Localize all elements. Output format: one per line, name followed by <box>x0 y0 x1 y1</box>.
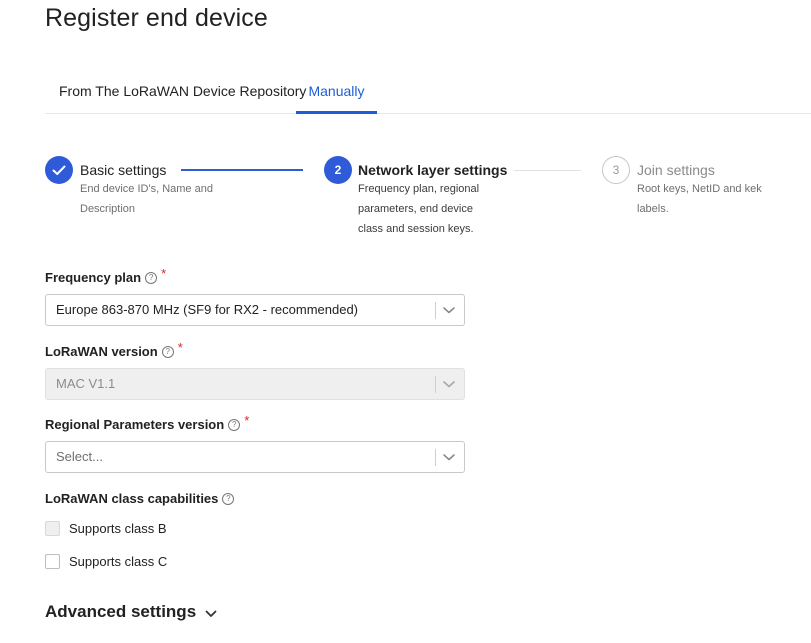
frequency-plan-value: Europe 863-870 MHz (SF9 for RX2 - recomm… <box>56 302 359 317</box>
step-1-title: Basic settings <box>80 162 167 178</box>
required-marker: * <box>244 413 250 428</box>
lorawan-version-label: LoRaWAN version ? * <box>45 340 183 359</box>
step-3-number: 3 <box>602 156 630 184</box>
class-c-checkbox[interactable] <box>45 554 60 569</box>
step-connector-completed <box>181 169 303 171</box>
step-2-title: Network layer settings <box>358 162 508 178</box>
step-2-description: Frequency plan, regional parameters, end… <box>358 183 480 235</box>
advanced-settings-toggle[interactable]: Advanced settings <box>45 602 217 622</box>
page-title: Register end device <box>45 4 268 32</box>
tab-device-repository[interactable]: From The LoRaWAN Device Repository <box>59 74 306 112</box>
help-icon[interactable]: ? <box>228 418 241 431</box>
class-b-label: Supports class B <box>69 521 167 536</box>
regional-parameters-select[interactable]: Select... <box>45 441 465 473</box>
frequency-plan-label: Frequency plan ? * <box>45 266 166 285</box>
step-connector-pending <box>514 170 581 171</box>
chevron-down-icon[interactable] <box>442 305 456 315</box>
class-b-checkbox[interactable] <box>45 521 60 536</box>
class-capabilities-label-text: LoRaWAN class capabilities <box>45 491 219 506</box>
class-c-row: Supports class C <box>45 554 167 569</box>
select-separator <box>435 449 436 466</box>
select-separator <box>435 376 436 393</box>
chevron-down-icon <box>205 610 217 617</box>
regional-parameters-placeholder: Select... <box>56 449 103 464</box>
regional-parameters-label: Regional Parameters version ? * <box>45 413 249 432</box>
step-1-description: End device ID's, Name and Description <box>80 183 213 215</box>
help-icon[interactable]: ? <box>222 492 235 505</box>
lorawan-version-label-text: LoRaWAN version <box>45 344 158 359</box>
step-1-check-icon <box>45 156 73 184</box>
help-icon[interactable]: ? <box>145 271 158 284</box>
class-b-row: Supports class B <box>45 521 167 536</box>
step-3-title: Join settings <box>637 162 715 178</box>
class-c-label: Supports class C <box>69 554 168 569</box>
lorawan-version-select: MAC V1.1 <box>45 368 465 400</box>
chevron-down-icon <box>443 381 455 388</box>
frequency-plan-label-text: Frequency plan <box>45 270 142 285</box>
step-3-description: Root keys, NetID and kek labels. <box>637 183 762 215</box>
tab-bar: From The LoRaWAN Device Repository Manua… <box>45 74 811 114</box>
required-marker: * <box>161 266 167 281</box>
step-2-number: 2 <box>324 156 352 184</box>
frequency-plan-select[interactable]: Europe 863-870 MHz (SF9 for RX2 - recomm… <box>45 294 465 326</box>
regional-parameters-label-text: Regional Parameters version <box>45 417 225 432</box>
advanced-settings-label: Advanced settings <box>45 602 197 621</box>
select-separator <box>435 302 436 319</box>
lorawan-version-value: MAC V1.1 <box>56 376 116 391</box>
chevron-down-icon[interactable] <box>442 452 456 462</box>
class-capabilities-label: LoRaWAN class capabilities ? <box>45 491 235 506</box>
tab-manually[interactable]: Manually <box>296 74 377 114</box>
help-icon[interactable]: ? <box>161 345 174 358</box>
required-marker: * <box>177 340 183 355</box>
